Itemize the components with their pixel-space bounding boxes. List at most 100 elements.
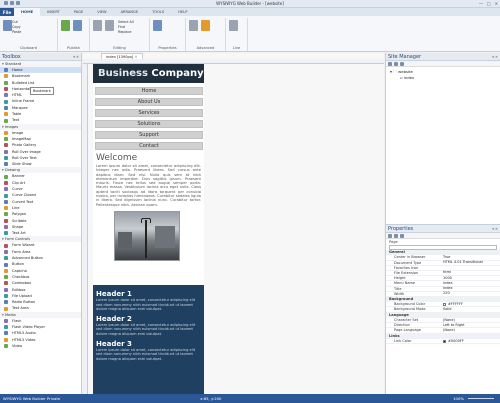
tab-home[interactable]: HOME [14, 8, 41, 16]
toolbox-item-label: Inline Frame [12, 99, 35, 104]
dark-section[interactable]: Header 1 Lorem ipsum dolor sit amet, con… [93, 285, 204, 394]
redo-big-icon[interactable] [105, 20, 114, 31]
tab-help[interactable]: HELP [171, 8, 194, 16]
tree-page-index[interactable]: ▫ index [390, 75, 496, 81]
welcome-heading[interactable]: Welcome [93, 153, 204, 163]
line-icon[interactable] [229, 20, 238, 31]
toolbox-item[interactable]: Text Art [0, 230, 81, 236]
properties-icon[interactable] [153, 20, 162, 31]
toolbox-item-icon [4, 281, 8, 286]
property-value[interactable]: 220 [441, 291, 500, 296]
page-properties-icon[interactable] [400, 62, 404, 66]
street-lamp-photo[interactable] [114, 210, 180, 261]
site-banner[interactable]: Business Company [93, 64, 204, 83]
publish-icon[interactable] [73, 20, 82, 31]
property-value[interactable]: (None) [441, 328, 500, 332]
nav-button-contact[interactable]: Contact [95, 142, 203, 150]
property-value[interactable]: html [441, 270, 500, 275]
property-value[interactable]: HTML 4.01 Transitional [441, 260, 500, 265]
toolbox-item-icon [4, 206, 8, 211]
toolbox-item-label: Polygon [12, 212, 27, 217]
nav-button-solutions[interactable]: Solutions [95, 120, 203, 128]
toolbox-item-label: File Upload [12, 293, 32, 298]
nav-button-about[interactable]: About Us [95, 98, 203, 106]
zoom-slider[interactable] [468, 398, 494, 399]
property-value[interactable]: #FFFFFF [441, 302, 500, 306]
toolbox-item-label: Captcha [12, 268, 27, 273]
toolbox-item-icon [4, 287, 8, 292]
status-bar: WYSIWYG Web Builder Private x:65, y:200 … [0, 394, 500, 403]
toolbox-item-icon [4, 87, 8, 92]
panel-close-icon[interactable]: ▾ ✕ [492, 227, 498, 231]
toolbox-item-label: HTML5 Video [12, 337, 36, 342]
tab-tools[interactable]: TOOLS [145, 8, 171, 16]
vertical-ruler [83, 64, 88, 394]
tab-view[interactable]: VIEW [90, 8, 113, 16]
property-key: Direction [394, 323, 410, 328]
tab-page[interactable]: PAGE [67, 8, 90, 16]
toolbox-item[interactable]: Text [0, 117, 81, 123]
toolbox-item-icon [4, 337, 8, 342]
file-menu-button[interactable]: File [0, 8, 14, 16]
ribbon-group-publish: Publish [58, 18, 90, 51]
folder-icon: 🗀 [393, 69, 397, 74]
tab-arrange[interactable]: ARRANGE [114, 8, 146, 16]
toolbox-item-label: Bookmark [12, 74, 31, 79]
toolbox-item-label: Form Wizard [12, 243, 35, 248]
alphabetical-icon[interactable] [394, 234, 398, 238]
tab-insert[interactable]: INSERT [40, 8, 67, 16]
toolbox-item-label: Text [12, 118, 20, 123]
toolbox-item-label: Video [12, 343, 23, 348]
property-value[interactable]: Left to Right [441, 323, 500, 327]
minimize-button[interactable]: — [479, 1, 483, 6]
ribbon-group-editing: Select All Find Replace Editing [90, 18, 150, 51]
header-2-text: Lorem ipsum dolor sit amet, consectetur … [96, 322, 196, 336]
panel-close-icon[interactable]: ▾ ✕ [492, 55, 498, 59]
toolbox-item[interactable]: Video [0, 343, 81, 349]
paste-icon[interactable] [3, 20, 12, 31]
toolbox-item[interactable]: Slide Show [0, 161, 81, 167]
toolbox-item-icon [4, 243, 8, 248]
toolbox-item[interactable]: Text Area [0, 305, 81, 311]
replace-button[interactable]: Replace [118, 30, 134, 35]
tooltip: Bookmark [30, 87, 54, 95]
zoom-level[interactable]: 100% [453, 396, 464, 401]
property-value[interactable]: Solid [441, 307, 500, 311]
property-key: Width [394, 291, 405, 296]
panel-close-icon[interactable]: ▾ ✕ [73, 55, 79, 59]
property-value[interactable]: index [441, 286, 500, 291]
nav-button-support[interactable]: Support [95, 131, 203, 139]
property-value[interactable] [441, 266, 500, 270]
welcome-text[interactable]: Lorem ipsum dolor sit amet, consectetur … [93, 163, 204, 208]
property-value[interactable]: True [441, 255, 500, 259]
ribbon-group-label: Editing [113, 46, 126, 50]
property-value[interactable]: 1000 [441, 276, 500, 280]
toolbox-item-icon [4, 105, 8, 110]
property-value[interactable]: index [441, 281, 500, 285]
color-swatch [443, 302, 446, 306]
undo-big-icon[interactable] [93, 20, 102, 31]
property-value[interactable]: #0000FF [441, 339, 500, 343]
preview-icon[interactable] [61, 20, 70, 31]
toolbox-item-label: Radio Button [12, 300, 36, 305]
close-button[interactable]: ✕ [495, 1, 498, 6]
property-row[interactable]: Link Color #0000FF [386, 339, 500, 345]
delete-page-icon[interactable] [394, 62, 398, 66]
toolbox-item-label: Form Area [12, 249, 31, 254]
maximize-button[interactable]: □ [487, 1, 491, 6]
toolbox-item-icon [4, 212, 8, 217]
add-page-icon[interactable] [388, 62, 392, 66]
property-value[interactable]: (None) [441, 318, 500, 322]
toolbox-panel: Toolbox ▾ ✕ StandardHomeBookmarkBulleted… [0, 53, 82, 394]
nav-button-home[interactable]: Home [95, 87, 203, 95]
events-icon[interactable] [400, 234, 404, 238]
categorized-icon[interactable] [388, 234, 392, 238]
design-page[interactable]: Business Company Home About Us Services … [93, 64, 204, 394]
html-icon[interactable] [189, 20, 198, 31]
events-icon[interactable] [201, 20, 210, 31]
paste-button[interactable]: Paste [12, 30, 21, 35]
nav-button-services[interactable]: Services [95, 109, 203, 117]
property-key: Character Set [394, 318, 419, 323]
toolbox-item-label: Line [12, 205, 20, 210]
property-value-text: (None) [443, 327, 455, 332]
